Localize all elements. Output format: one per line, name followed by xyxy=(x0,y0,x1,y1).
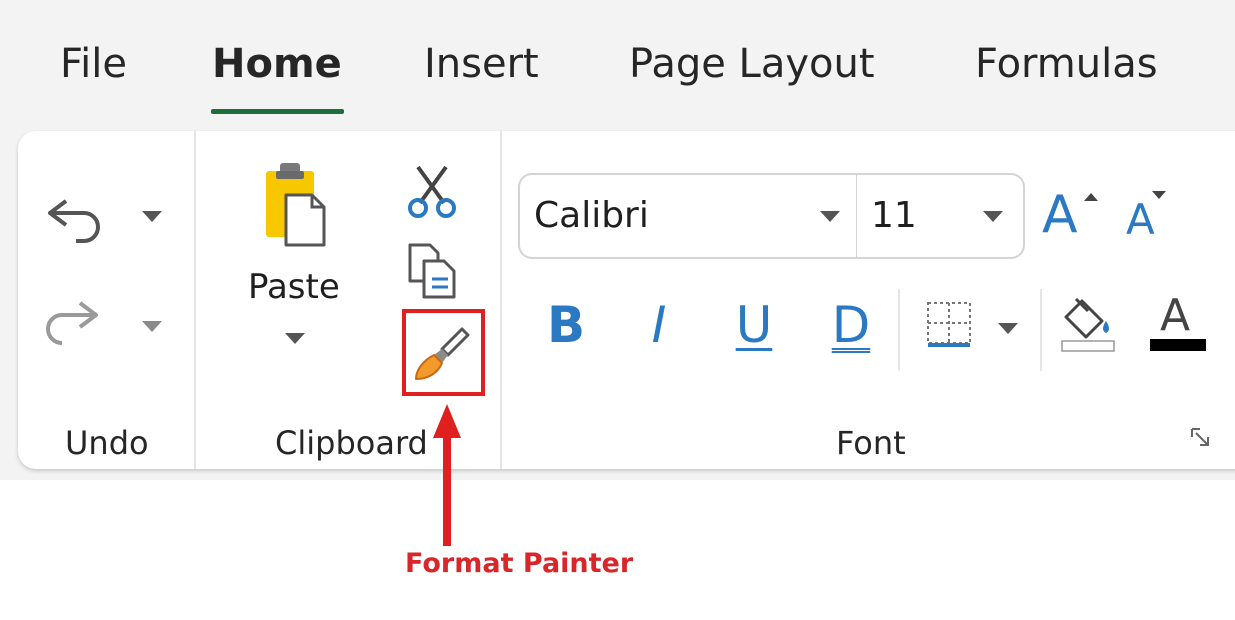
decrease-font-size-button[interactable]: A xyxy=(1126,191,1190,251)
font-size-combobox[interactable]: 11 xyxy=(856,173,1025,259)
double-underline-button[interactable]: D xyxy=(826,297,876,353)
dialog-launcher-icon[interactable] xyxy=(1188,425,1214,455)
paste-dropdown-icon[interactable] xyxy=(285,333,305,344)
ribbon-panel: Undo Paste Clipboard Calibri 11 A A B I … xyxy=(18,131,1235,469)
copy-icon[interactable] xyxy=(406,241,462,305)
font-name-value: Calibri xyxy=(534,195,649,236)
font-color-button[interactable]: A xyxy=(1150,291,1208,353)
redo-dropdown-icon[interactable] xyxy=(142,321,162,332)
borders-dropdown-icon[interactable] xyxy=(998,323,1018,334)
group-separator xyxy=(500,131,502,469)
paste-label: Paste xyxy=(248,267,340,307)
tab-insert[interactable]: Insert xyxy=(424,38,539,90)
caret-down-small-icon xyxy=(1152,191,1166,199)
annotation-arrow xyxy=(431,404,463,550)
tab-formulas[interactable]: Formulas xyxy=(975,38,1158,90)
undo-icon xyxy=(40,187,104,251)
redo-icon xyxy=(40,297,104,361)
toolbar-separator xyxy=(1040,289,1042,371)
caret-up-icon xyxy=(1084,193,1098,201)
font-size-value: 11 xyxy=(871,195,917,236)
font-group-label: Font xyxy=(836,424,906,462)
borders-icon xyxy=(924,299,974,355)
underline-button[interactable]: U xyxy=(729,297,779,353)
increase-font-size-button[interactable]: A xyxy=(1042,185,1106,251)
font-name-combobox[interactable]: Calibri xyxy=(518,173,857,259)
undo-group-label: Undo xyxy=(65,424,149,462)
annotation-label: Format Painter xyxy=(405,548,634,579)
redo-button[interactable] xyxy=(40,297,162,357)
tab-file[interactable]: File xyxy=(60,38,127,90)
italic-button[interactable]: I xyxy=(634,297,684,353)
toolbar-separator xyxy=(898,289,900,371)
format-painter-highlight xyxy=(402,309,485,396)
tab-home[interactable]: Home xyxy=(212,38,342,90)
ribbon-tab-bar: File Home Insert Page Layout Formulas xyxy=(0,0,1235,120)
chevron-down-icon[interactable] xyxy=(820,211,840,222)
chevron-down-icon[interactable] xyxy=(983,211,1003,222)
undo-button[interactable] xyxy=(40,187,162,247)
clipboard-group-label: Clipboard xyxy=(275,424,428,462)
font-color-letter: A xyxy=(1160,290,1191,341)
grow-font-icon: A xyxy=(1042,185,1078,245)
active-tab-indicator xyxy=(211,109,344,114)
shrink-font-icon: A xyxy=(1126,195,1155,244)
bold-button[interactable]: B xyxy=(541,297,591,353)
tab-page-layout[interactable]: Page Layout xyxy=(629,38,875,90)
paste-button[interactable]: Paste xyxy=(240,157,350,357)
font-color-swatch xyxy=(1150,339,1206,351)
scissors-icon[interactable] xyxy=(404,163,460,223)
group-separator xyxy=(194,131,196,469)
undo-dropdown-icon[interactable] xyxy=(142,211,162,222)
clipboard-icon xyxy=(262,159,332,253)
borders-button[interactable] xyxy=(924,299,1024,351)
fill-color-icon[interactable] xyxy=(1060,293,1120,359)
